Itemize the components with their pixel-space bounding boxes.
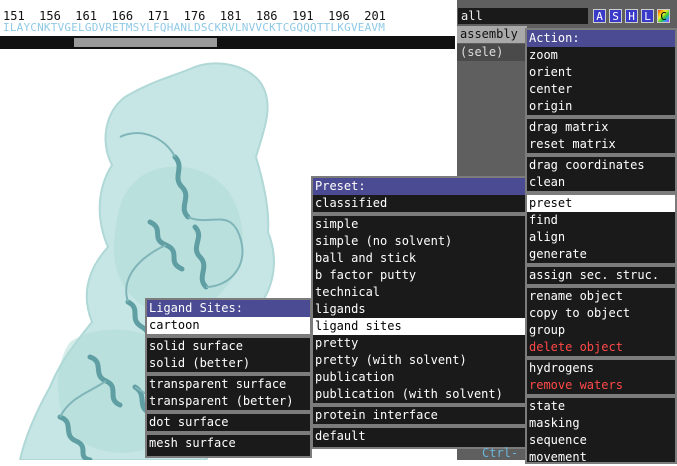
ligand-sites-menu-item-mesh-surface[interactable]: mesh surface xyxy=(147,435,310,452)
command-input[interactable]: all xyxy=(458,8,588,24)
action-menu-item-movement[interactable]: movement xyxy=(527,449,675,466)
color-button[interactable]: C xyxy=(657,9,670,23)
ligand-sites-menu: Ligand Sites: cartoon solid surface solid … xyxy=(145,298,312,458)
action-menu-item-zoom[interactable]: zoom xyxy=(527,47,675,64)
object-sele[interactable]: (sele) xyxy=(457,44,527,61)
sequence-scrollbar[interactable] xyxy=(0,36,455,49)
sequence-viewer[interactable]: 151 156 161 166 171 176 181 186 191 196 … xyxy=(0,0,457,57)
preset-menu-item-simple-no-solvent[interactable]: simple (no solvent) xyxy=(313,233,525,250)
label-button[interactable]: L xyxy=(641,9,654,23)
action-menu-item-remove-waters[interactable]: remove waters xyxy=(527,377,675,394)
action-menu-item-copy-to-object[interactable]: copy to object xyxy=(527,305,675,322)
preset-menu-title: Preset: xyxy=(313,178,525,195)
action-menu-item-masking[interactable]: masking xyxy=(527,415,675,432)
action-menu-item-group[interactable]: group xyxy=(527,322,675,339)
action-menu-item-origin[interactable]: origin xyxy=(527,98,675,115)
action-menu-item-find[interactable]: find xyxy=(527,212,675,229)
action-menu-item-hydrogens[interactable]: hydrogens xyxy=(527,360,675,377)
action-menu-item-rename-object[interactable]: rename object xyxy=(527,288,675,305)
action-menu-item-orient[interactable]: orient xyxy=(527,64,675,81)
preset-menu-item-ligands[interactable]: ligands xyxy=(313,301,525,318)
ligand-sites-menu-item-dot-surface[interactable]: dot surface xyxy=(147,414,310,431)
object-assembly[interactable]: assembly xyxy=(457,26,527,43)
action-menu-title: Action: xyxy=(527,30,675,47)
sequence-scrollbar-thumb[interactable] xyxy=(74,38,217,47)
ligand-sites-menu-title: Ligand Sites: xyxy=(147,300,310,317)
action-menu-item-reset-matrix[interactable]: reset matrix xyxy=(527,136,675,153)
action-menu-item-generate[interactable]: generate xyxy=(527,246,675,263)
action-menu-item-clean[interactable]: clean xyxy=(527,174,675,191)
ligand-sites-menu-item-solid-surface[interactable]: solid surface xyxy=(147,338,310,355)
preset-menu-item-publication-with-solvent[interactable]: publication (with solvent) xyxy=(313,386,525,403)
show-button[interactable]: S xyxy=(609,9,622,23)
action-menu-item-preset[interactable]: preset xyxy=(527,195,675,212)
action-menu-item-align[interactable]: align xyxy=(527,229,675,246)
action-menu: Action: zoom orient center origin drag matri… xyxy=(525,28,677,464)
action-menu-items: zoom orient center origin drag matrix reset m… xyxy=(527,47,675,466)
ligand-sites-menu-item-transparent-better[interactable]: transparent (better) xyxy=(147,393,310,410)
sequence-residues[interactable]: ILAYCNKTVGELGDVRETMSYLFQHANLDSCKRVLNVVCK… xyxy=(3,21,385,34)
preset-menu-item-protein-interface[interactable]: protein interface xyxy=(313,407,525,424)
preset-menu-item-pretty-with-solvent[interactable]: pretty (with solvent) xyxy=(313,352,525,369)
action-menu-item-sequence[interactable]: sequence xyxy=(527,432,675,449)
preset-menu-item-simple[interactable]: simple xyxy=(313,216,525,233)
action-menu-item-center[interactable]: center xyxy=(527,81,675,98)
action-menu-item-drag-coordinates[interactable]: drag coordinates xyxy=(527,157,675,174)
preset-menu-item-publication[interactable]: publication xyxy=(313,369,525,386)
preset-menu-item-ligand-sites[interactable]: ligand sites xyxy=(313,318,525,335)
mouse-mode-hint: Ctrl- xyxy=(482,446,519,460)
ligand-sites-menu-item-cartoon[interactable]: cartoon xyxy=(147,317,310,334)
preset-menu-item-default[interactable]: default xyxy=(313,428,525,445)
action-menu-item-delete-object[interactable]: delete object xyxy=(527,339,675,356)
preset-menu-item-technical[interactable]: technical xyxy=(313,284,525,301)
preset-menu-item-b-factor-putty[interactable]: b factor putty xyxy=(313,267,525,284)
preset-menu-items: classified simple simple (no solvent) ball … xyxy=(313,195,525,445)
preset-menu-item-ball-and-stick[interactable]: ball and stick xyxy=(313,250,525,267)
action-button[interactable]: A xyxy=(593,9,606,23)
preset-menu-item-classified[interactable]: classified xyxy=(313,195,525,212)
action-menu-item-assign-sec-struc[interactable]: assign sec. struc. xyxy=(527,267,675,284)
hide-button[interactable]: H xyxy=(625,9,638,23)
preset-menu: Preset: classified simple simple (no solve… xyxy=(311,176,527,449)
action-menu-item-state[interactable]: state xyxy=(527,398,675,415)
preset-menu-item-pretty[interactable]: pretty xyxy=(313,335,525,352)
ligand-sites-menu-items: cartoon solid surface solid (better) transp… xyxy=(147,317,310,452)
ligand-sites-menu-item-solid-better[interactable]: solid (better) xyxy=(147,355,310,372)
action-menu-item-drag-matrix[interactable]: drag matrix xyxy=(527,119,675,136)
ligand-sites-menu-item-transparent-surface[interactable]: transparent surface xyxy=(147,376,310,393)
